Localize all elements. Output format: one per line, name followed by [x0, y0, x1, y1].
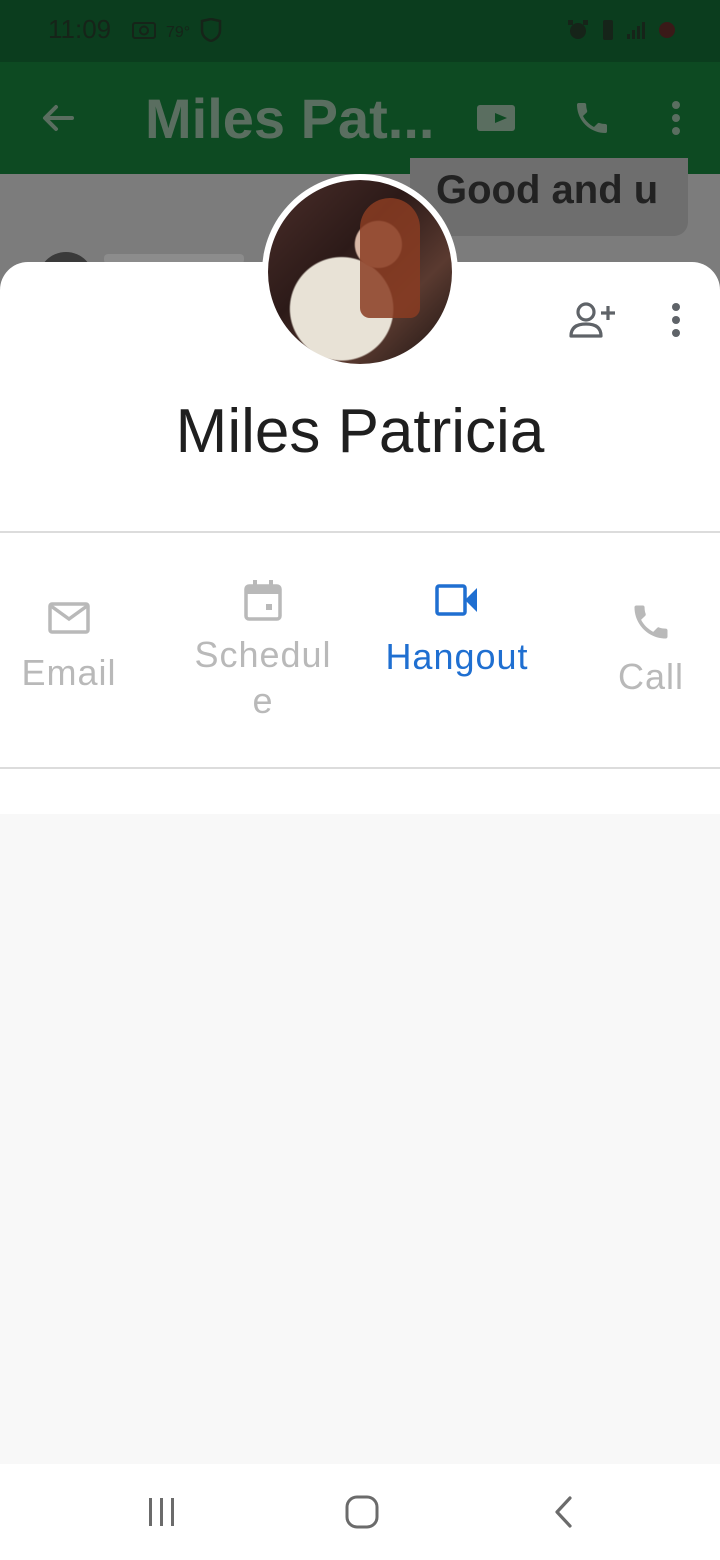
temperature: 79°: [166, 23, 191, 41]
battery-icon: [658, 20, 676, 45]
back-nav-button[interactable]: [532, 1484, 596, 1540]
video-icon: [477, 105, 515, 131]
arrow-left-icon: [43, 105, 74, 131]
message-text: Good and u: [436, 168, 659, 212]
call-label: Call: [617, 656, 684, 697]
home-button[interactable]: [330, 1484, 394, 1540]
conversation-title: Miles Pat...: [145, 87, 435, 150]
status-time: 11:09: [48, 14, 112, 44]
hangout-label: Hangout: [385, 636, 529, 677]
more-vert-icon: [672, 303, 680, 337]
home-icon: [345, 1495, 379, 1529]
video-icon: [435, 584, 477, 616]
email-icon: [48, 602, 90, 634]
recents-icon: [149, 1498, 174, 1526]
phone-icon: [634, 605, 668, 639]
overflow-menu-button[interactable]: [656, 90, 696, 146]
divider-bottom: [0, 767, 720, 769]
call-action[interactable]: Call: [561, 600, 720, 700]
divider-top: [0, 531, 720, 533]
calendar-icon: [244, 580, 282, 621]
shield-icon: [200, 17, 222, 47]
status-bar: 11:09 79°: [0, 0, 720, 62]
contact-avatar: [262, 174, 458, 370]
message-bubble: Good and u: [410, 158, 688, 236]
screenshot-icon: [132, 20, 156, 45]
contact-name: Miles Patricia: [175, 397, 545, 466]
more-vert-icon: [672, 101, 680, 135]
hangout-action[interactable]: Hangout: [367, 580, 547, 680]
person-add-icon: [569, 302, 615, 338]
add-contact-button[interactable]: [560, 292, 624, 348]
chevron-left-icon: [555, 1496, 572, 1528]
alarm-icon: [566, 18, 590, 47]
system-nav-bar: [0, 1464, 720, 1560]
sheet-more-button[interactable]: [656, 292, 696, 348]
email-label: Email: [21, 652, 117, 693]
contact-photo: [268, 180, 452, 364]
schedule-action[interactable]: Schedule: [173, 578, 353, 724]
phone-icon: [577, 103, 607, 133]
signal-icon: [626, 20, 648, 45]
schedule-label: Schedule: [194, 634, 332, 721]
recents-button[interactable]: [130, 1484, 194, 1540]
vibrate-icon: [600, 18, 616, 47]
video-call-button[interactable]: [468, 90, 524, 146]
back-button[interactable]: [30, 90, 86, 146]
voice-call-button[interactable]: [564, 90, 620, 146]
email-action[interactable]: Email: [0, 600, 159, 696]
